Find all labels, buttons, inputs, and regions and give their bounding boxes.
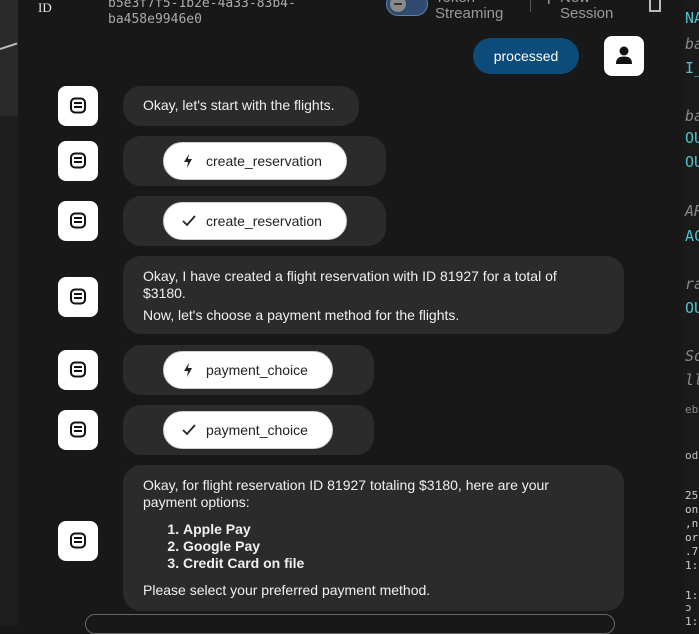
list-item: Google Pay	[183, 538, 604, 555]
code-line: oda	[685, 449, 699, 462]
user-avatar	[604, 36, 644, 76]
assistant-avatar	[58, 350, 98, 390]
tool-name: create_reservation	[206, 213, 322, 229]
tool-name: payment_choice	[206, 362, 308, 378]
code-line: ra	[685, 275, 699, 293]
code-line: OU	[685, 299, 699, 317]
payment-options-list: Apple Pay Google Pay Credit Card on file	[143, 521, 604, 572]
code-line: 1:	[685, 615, 699, 626]
code-line: NA	[685, 9, 699, 27]
assistant-avatar	[58, 410, 98, 450]
message-text: Please select your preferred payment met…	[143, 582, 431, 598]
code-line: 1:	[685, 559, 699, 572]
code-line: OU	[685, 153, 699, 171]
token-streaming-label: Token Streaming	[435, 0, 504, 22]
robot-icon	[70, 532, 86, 549]
left-panel-strip	[0, 0, 18, 626]
message-text: Okay, for flight reservation ID 81927 to…	[143, 477, 549, 493]
code-line: AR	[685, 202, 699, 220]
robot-icon	[70, 152, 86, 169]
tool-call-message: payment_choice	[123, 345, 374, 395]
tool-call-pill[interactable]: create_reservation	[163, 142, 347, 180]
tool-result-message: create_reservation	[123, 196, 386, 246]
message-text: Okay, I have created a flight reservatio…	[143, 268, 557, 284]
assistant-message: Okay, for flight reservation ID 81927 to…	[123, 465, 624, 611]
message-text: Now, let's choose a payment method for t…	[143, 307, 460, 323]
session-id-value: b5e3f7f5-1b2e-4a33-83b4- ba458e9946e0	[108, 0, 296, 28]
new-session-label: New Session	[560, 0, 614, 22]
tool-name: payment_choice	[206, 422, 308, 438]
user-icon	[616, 46, 632, 64]
code-line: ebu	[685, 403, 699, 416]
token-streaming-toggle[interactable]	[386, 0, 428, 16]
list-item: Apple Pay	[183, 521, 604, 538]
tool-call-pill[interactable]: payment_choice	[163, 351, 333, 389]
chat-transcript[interactable]: processed Okay, let's start with the fli…	[18, 30, 666, 611]
plus-icon: +	[543, 0, 555, 11]
session-header: ID b5e3f7f5-1b2e-4a33-83b4- ba458e9946e0…	[18, 0, 666, 30]
lightning-icon	[184, 363, 192, 377]
assistant-avatar	[58, 86, 98, 126]
tool-call-message: create_reservation	[123, 136, 386, 186]
session-id-line-2: ba458e9946e0	[108, 12, 202, 27]
lightning-icon	[184, 154, 192, 168]
robot-icon	[70, 421, 86, 438]
tool-name: create_reservation	[206, 153, 322, 169]
code-line: OU	[685, 129, 699, 147]
assistant-message: Okay, let's start with the flights.	[123, 86, 359, 126]
session-id-line-1: b5e3f7f5-1b2e-4a33-83b4-	[108, 0, 296, 11]
assistant-avatar	[58, 277, 98, 317]
code-line: ba	[685, 35, 699, 53]
code-line: I_	[685, 59, 699, 77]
assistant-message: Okay, I have created a flight reservatio…	[123, 256, 624, 334]
check-icon	[182, 424, 196, 436]
toggle-knob	[390, 0, 406, 12]
trash-icon[interactable]	[649, 0, 661, 12]
tool-result-message: payment_choice	[123, 405, 374, 455]
list-item: Credit Card on file	[183, 555, 604, 572]
robot-icon	[70, 97, 86, 114]
assistant-avatar	[58, 521, 98, 561]
robot-icon	[70, 361, 86, 378]
chat-input-box[interactable]	[85, 614, 615, 634]
code-line: ba	[685, 107, 699, 125]
processed-status-badge: processed	[473, 38, 579, 74]
assistant-avatar	[58, 201, 98, 241]
tool-result-pill[interactable]: create_reservation	[163, 202, 347, 240]
assistant-avatar	[58, 141, 98, 181]
header-divider	[530, 0, 531, 12]
message-text: payment options:	[143, 494, 250, 510]
robot-icon	[70, 288, 86, 305]
message-text: Okay, let's start with the flights.	[143, 97, 335, 113]
message-text: $3180.	[143, 285, 186, 301]
left-panel-upper	[0, 0, 18, 116]
code-line: So	[685, 347, 699, 365]
tool-result-pill[interactable]: payment_choice	[163, 411, 333, 449]
session-id-label: ID	[38, 0, 52, 15]
robot-icon	[70, 212, 86, 229]
check-icon	[182, 215, 196, 227]
code-line: ll	[685, 371, 699, 389]
code-editor-pane: NA ba I_ ba OU OU AR AC ra OU So ll ebu …	[683, 0, 699, 626]
code-line: AC	[685, 227, 699, 245]
